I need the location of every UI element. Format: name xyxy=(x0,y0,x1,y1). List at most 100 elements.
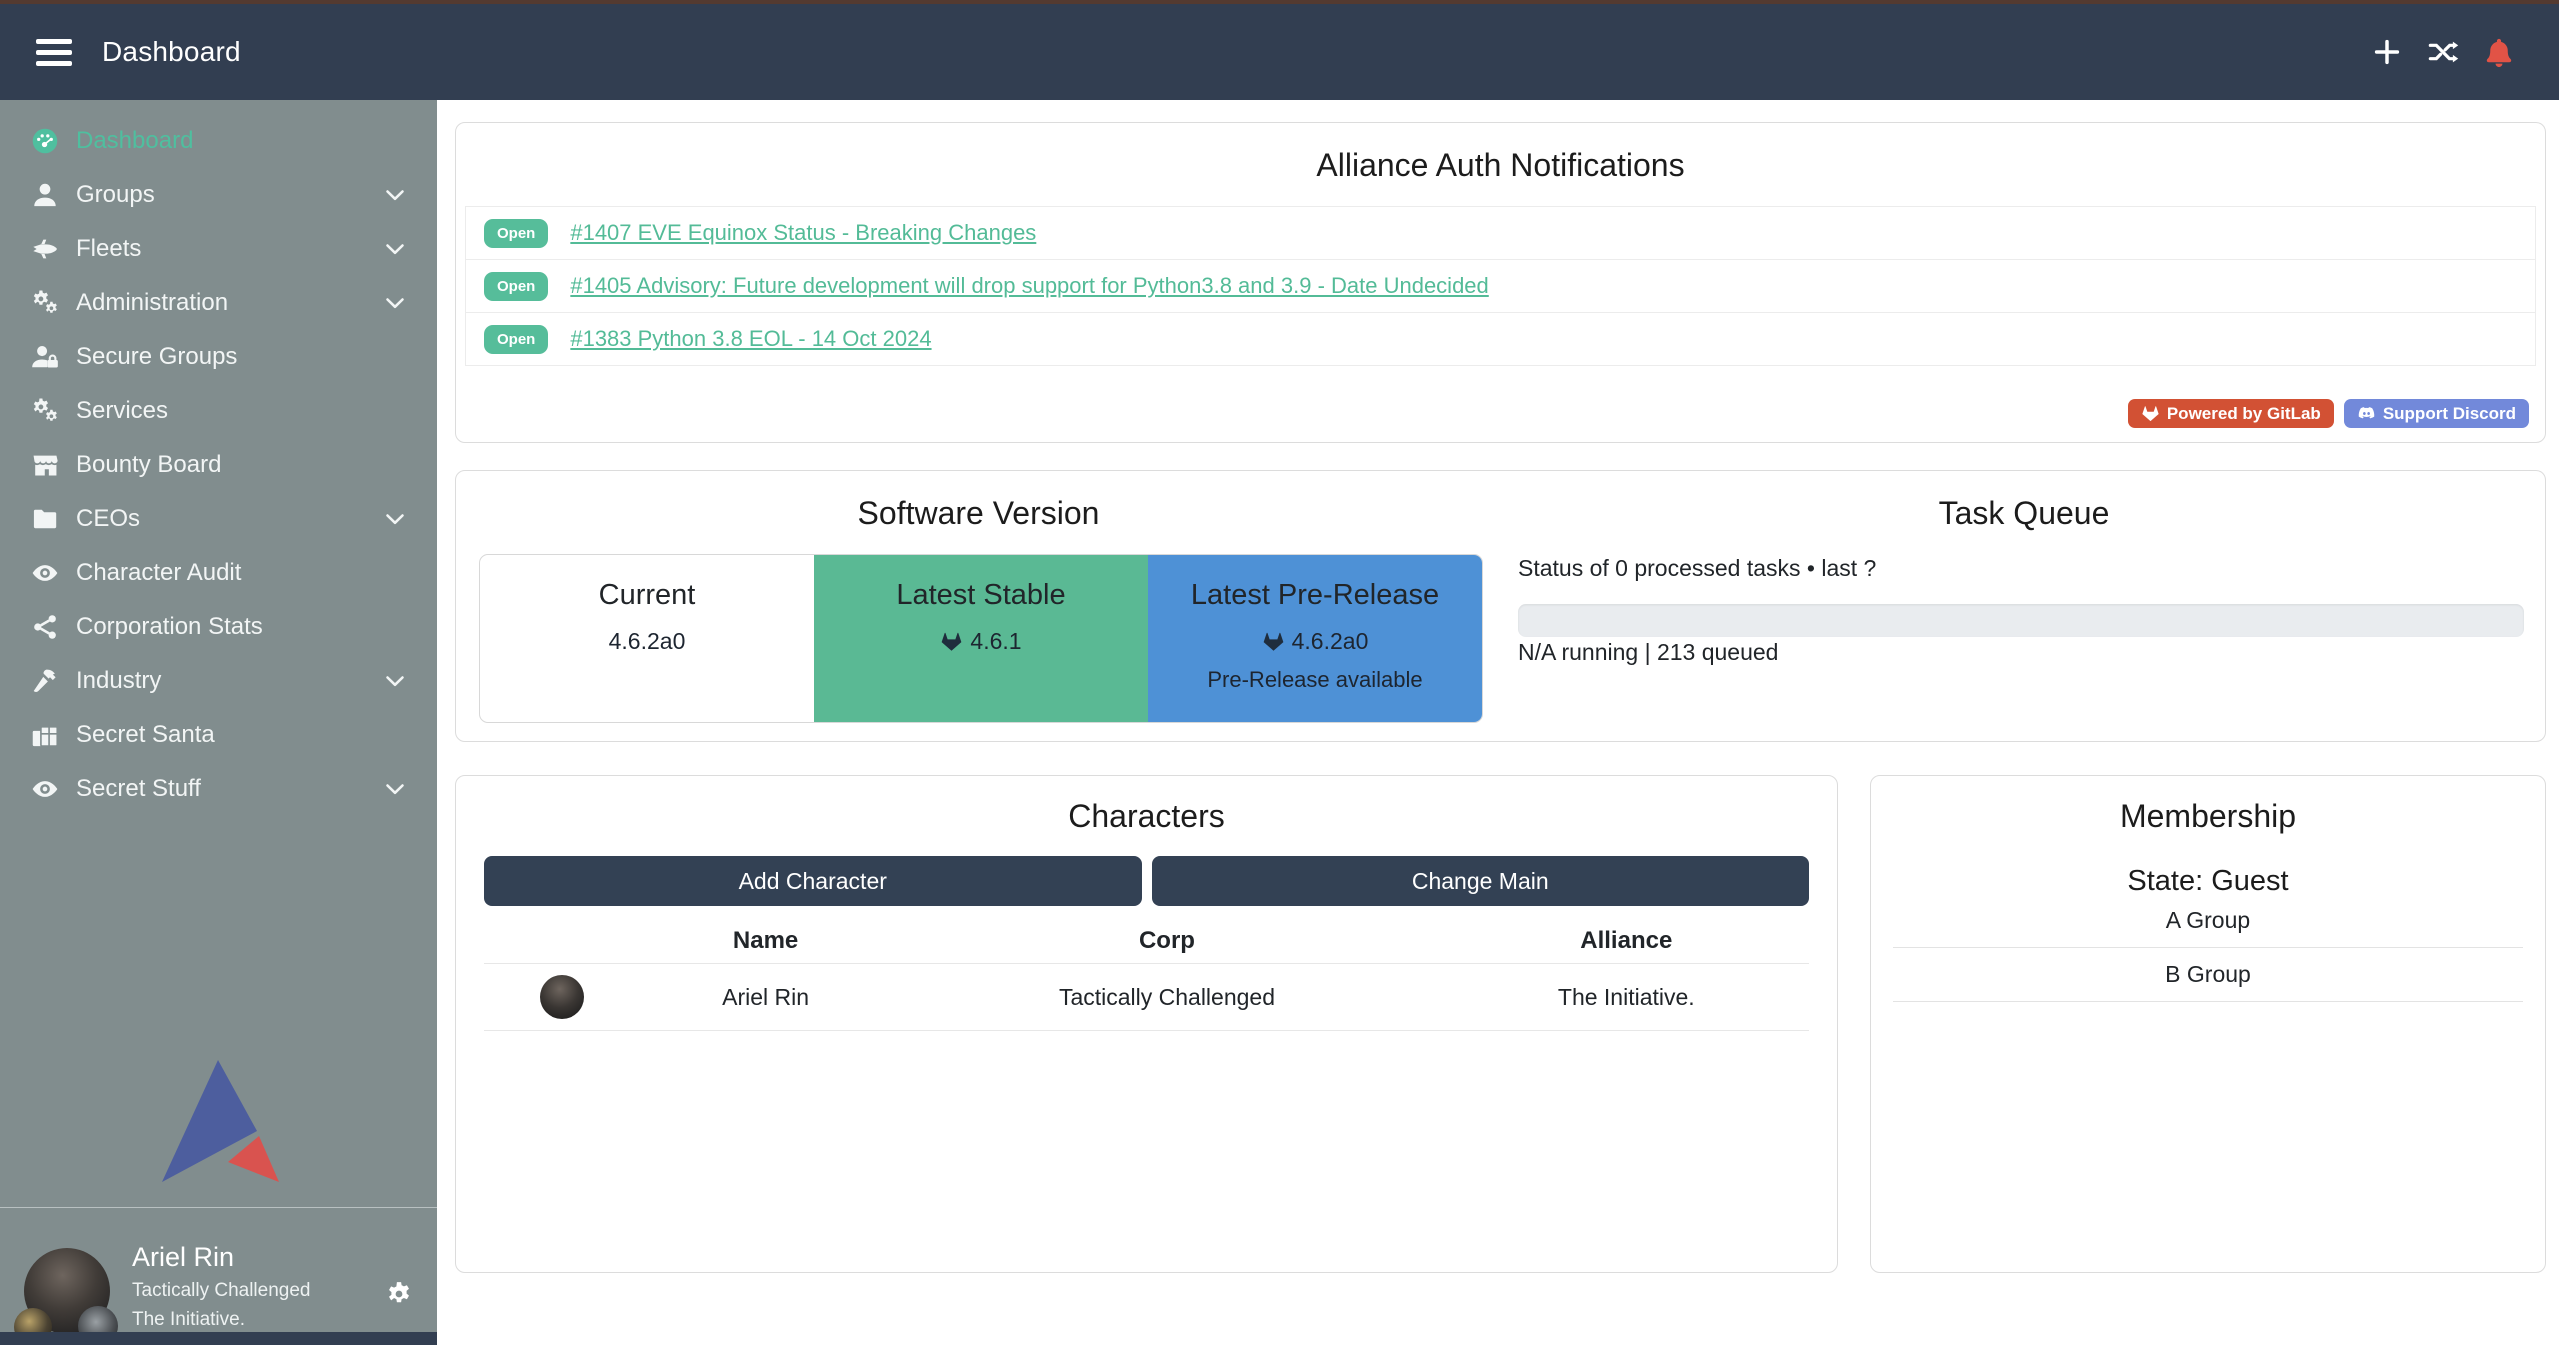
notifications-list: Open #1407 EVE Equinox Status - Breaking… xyxy=(465,206,2536,366)
sidebar-item-bounty-board[interactable]: Bounty Board xyxy=(0,438,437,492)
sidebar-item-secure-groups[interactable]: Secure Groups xyxy=(0,330,437,384)
gitlab-icon xyxy=(1262,630,1285,653)
group-row: A Group xyxy=(1893,894,2523,948)
notifications-title: Alliance Auth Notifications xyxy=(456,147,2545,184)
hammer-icon xyxy=(24,667,66,695)
page-title: Dashboard xyxy=(102,36,241,68)
software-version-title: Software Version xyxy=(456,495,1501,532)
sidebar-item-character-audit[interactable]: Character Audit xyxy=(0,546,437,600)
support-discord-badge[interactable]: Support Discord xyxy=(2344,399,2529,428)
gear-icon[interactable] xyxy=(385,1280,413,1308)
folder-icon xyxy=(24,505,66,533)
chevron-down-icon xyxy=(383,669,407,693)
task-queue-status-line: Status of 0 processed tasks • last ? xyxy=(1518,555,1876,582)
sidebar-item-groups[interactable]: Groups xyxy=(0,168,437,222)
eye-icon xyxy=(24,559,66,587)
group-row: B Group xyxy=(1893,948,2523,1002)
cell-corp: Tactically Challenged xyxy=(890,984,1443,1011)
notifications-panel: Alliance Auth Notifications Open #1407 E… xyxy=(455,122,2546,443)
shuttle-icon xyxy=(24,235,66,263)
notification-link[interactable]: #1383 Python 3.8 EOL - 14 Oct 2024 xyxy=(570,326,931,352)
powered-by-gitlab-badge[interactable]: Powered by GitLab xyxy=(2128,399,2334,428)
user-lock-icon xyxy=(24,343,66,371)
chevron-down-icon xyxy=(383,237,407,261)
eye-icon xyxy=(24,775,66,803)
discord-icon xyxy=(2357,404,2376,423)
version-table: Current 4.6.2a0 Latest Stable 4.6.1 Late… xyxy=(479,554,1483,723)
character-avatar xyxy=(540,975,584,1019)
user-info: Ariel Rin Tactically Challenged The Init… xyxy=(132,1242,311,1331)
cogs-icon xyxy=(24,397,66,425)
sidebar-item-fleets[interactable]: Fleets xyxy=(0,222,437,276)
version-latest-stable: Latest Stable 4.6.1 xyxy=(814,555,1148,722)
navbar-actions xyxy=(2371,36,2515,68)
user-name: Ariel Rin xyxy=(132,1242,311,1273)
sidebar-divider xyxy=(0,1207,437,1208)
top-accent-strip xyxy=(0,0,2559,4)
gitlab-icon xyxy=(940,630,963,653)
gitlab-icon xyxy=(2141,404,2160,423)
membership-title: Membership xyxy=(1871,798,2545,835)
notification-link[interactable]: #1405 Advisory: Future development will … xyxy=(570,273,1488,299)
sidebar-item-corporation-stats[interactable]: Corporation Stats xyxy=(0,600,437,654)
header-name: Name xyxy=(641,927,891,955)
shuffle-icon[interactable] xyxy=(2427,36,2459,68)
characters-actions: Add Character Change Main xyxy=(484,856,1809,906)
membership-groups-list: A Group B Group xyxy=(1893,894,2523,1002)
status-badge: Open xyxy=(484,219,548,248)
add-character-button[interactable]: Add Character xyxy=(484,856,1142,906)
gifts-icon xyxy=(24,721,66,749)
characters-title: Characters xyxy=(456,798,1837,835)
plus-icon[interactable] xyxy=(2371,36,2403,68)
version-current: Current 4.6.2a0 xyxy=(480,555,814,722)
gauge-icon xyxy=(24,127,66,155)
characters-table: Name Corp Alliance Ariel Rin Tactically … xyxy=(484,918,1809,1031)
characters-panel: Characters Add Character Change Main Nam… xyxy=(455,775,1838,1273)
share-icon xyxy=(24,613,66,641)
store-icon xyxy=(24,451,66,479)
character-row: Ariel Rin Tactically Challenged The Init… xyxy=(484,963,1809,1031)
chevron-down-icon xyxy=(383,777,407,801)
membership-panel: Membership State: Guest A Group B Group xyxy=(1870,775,2546,1273)
top-navbar: Dashboard xyxy=(0,4,2559,100)
sidebar-item-secret-stuff[interactable]: Secret Stuff xyxy=(0,762,437,816)
user-avatar xyxy=(24,1248,124,1345)
status-badge: Open xyxy=(484,272,548,301)
menu-toggle-button[interactable] xyxy=(36,39,72,66)
user-panel: Ariel Rin Tactically Challenged The Init… xyxy=(0,1212,437,1332)
sidebar-item-industry[interactable]: Industry xyxy=(0,654,437,708)
sidebar-item-ceos[interactable]: CEOs xyxy=(0,492,437,546)
cell-name: Ariel Rin xyxy=(641,984,891,1011)
cell-alliance: The Initiative. xyxy=(1444,984,1809,1011)
characters-table-header: Name Corp Alliance xyxy=(484,918,1809,963)
sidebar-item-dashboard[interactable]: Dashboard xyxy=(0,114,437,168)
notification-row: Open #1407 EVE Equinox Status - Breaking… xyxy=(465,206,2536,260)
notifications-footer: Powered by GitLab Support Discord xyxy=(2128,399,2529,428)
task-queue-title: Task Queue xyxy=(1501,495,2547,532)
status-badge: Open xyxy=(484,325,548,354)
alliance-auth-logo xyxy=(158,1058,280,1184)
sidebar: Dashboard Groups Fleets Administration S… xyxy=(0,100,437,1332)
sidebar-item-services[interactable]: Services xyxy=(0,384,437,438)
chevron-down-icon xyxy=(383,183,407,207)
sidebar-item-administration[interactable]: Administration xyxy=(0,276,437,330)
sidebar-item-secret-santa[interactable]: Secret Santa xyxy=(0,708,437,762)
sidebar-nav: Dashboard Groups Fleets Administration S… xyxy=(0,100,437,816)
user-corporation: Tactically Challenged xyxy=(132,1280,311,1302)
prerelease-note: Pre-Release available xyxy=(1148,667,1482,693)
user-icon xyxy=(24,181,66,209)
header-alliance: Alliance xyxy=(1444,927,1809,955)
chevron-down-icon xyxy=(383,507,407,531)
cogs-icon xyxy=(24,289,66,317)
change-main-button[interactable]: Change Main xyxy=(1152,856,1810,906)
version-latest-prerelease: Latest Pre-Release 4.6.2a0 Pre-Release a… xyxy=(1148,555,1482,722)
notification-row: Open #1383 Python 3.8 EOL - 14 Oct 2024 xyxy=(465,312,2536,366)
bell-icon[interactable] xyxy=(2483,36,2515,68)
alliance-auth-dashboard: Dashboard Dashboard Groups Fleets xyxy=(0,0,2559,1345)
user-alliance: The Initiative. xyxy=(132,1309,311,1331)
header-corp: Corp xyxy=(890,927,1443,955)
task-queue-progress-bar xyxy=(1518,604,2524,637)
notification-row: Open #1405 Advisory: Future development … xyxy=(465,259,2536,313)
chevron-down-icon xyxy=(383,291,407,315)
notification-link[interactable]: #1407 EVE Equinox Status - Breaking Chan… xyxy=(570,220,1036,246)
